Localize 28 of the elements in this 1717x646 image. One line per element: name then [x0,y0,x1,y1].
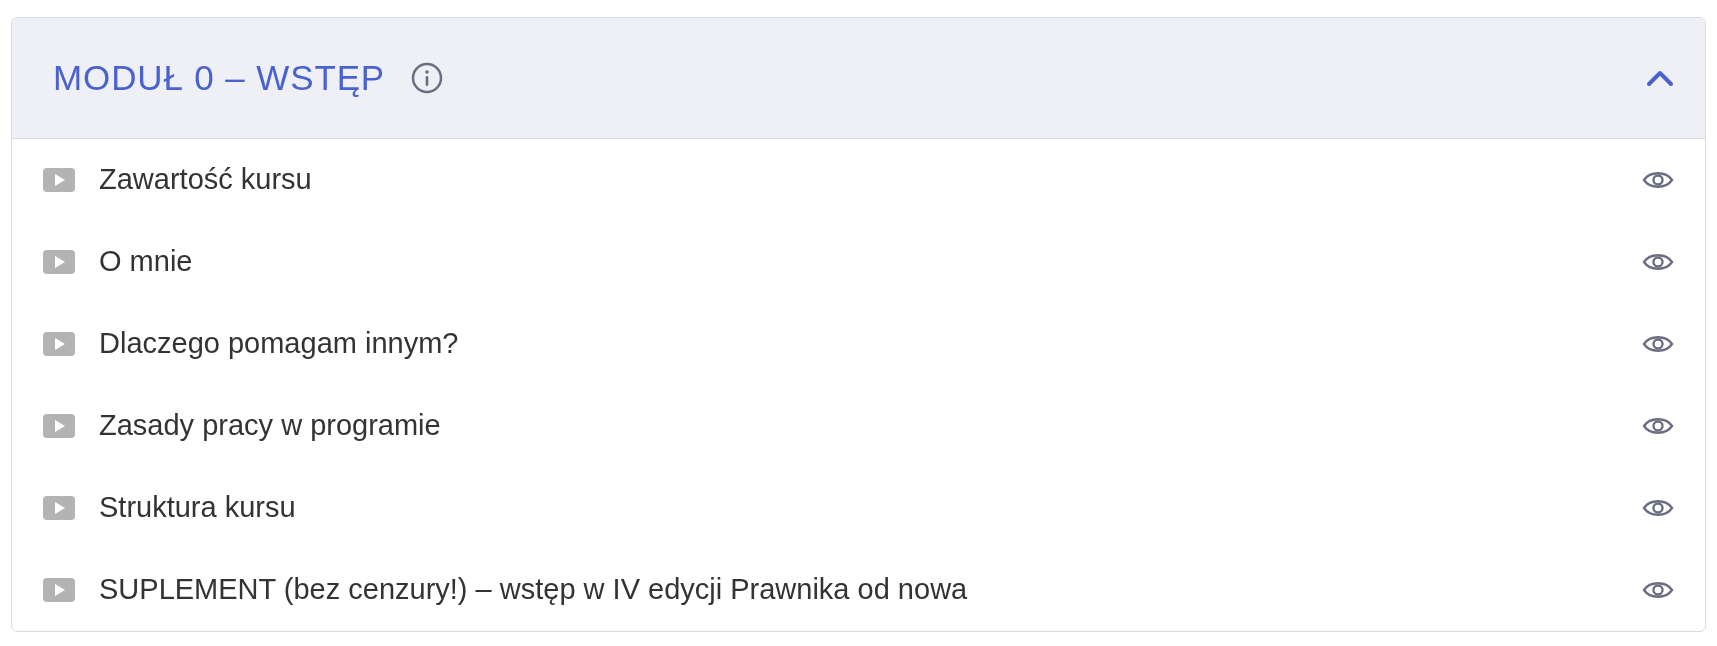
lesson-title: Struktura kursu [99,490,296,526]
lesson-row[interactable]: Zawartość kursu [12,139,1705,221]
lesson-title: SUPLEMENT (bez cenzury!) – wstęp w IV edycji Prawnika od nowa [99,572,968,608]
chevron-up-icon[interactable] [1645,68,1675,88]
eye-icon[interactable] [1642,497,1674,519]
lesson-row[interactable]: Dlaczego pomagam innym? [12,303,1705,385]
lesson-title: Zasady pracy w programie [99,408,441,444]
eye-icon[interactable] [1642,415,1674,437]
info-icon[interactable] [411,62,444,94]
video-icon [43,578,75,602]
lesson-row[interactable]: SUPLEMENT (bez cenzury!) – wstęp w IV edycji Prawnika od nowa [12,549,1705,631]
module-title: MODUŁ 0 – WSTĘP [53,56,386,99]
eye-icon[interactable] [1642,169,1674,191]
video-icon [43,496,75,520]
lesson-title: Zawartość kursu [99,162,312,198]
video-icon [43,332,75,356]
eye-icon[interactable] [1642,251,1674,273]
lesson-row[interactable]: O mnie [12,221,1705,303]
video-icon [43,168,75,192]
eye-icon[interactable] [1642,579,1674,601]
lesson-title: Dlaczego pomagam innym? [99,326,459,362]
eye-icon[interactable] [1642,333,1674,355]
lesson-row[interactable]: Zasady pracy w programie [12,385,1705,467]
video-icon [43,250,75,274]
lesson-title: O mnie [99,244,193,280]
module-header[interactable]: MODUŁ 0 – WSTĘP [12,18,1705,139]
video-icon [43,414,75,438]
lesson-row[interactable]: Struktura kursu [12,467,1705,549]
